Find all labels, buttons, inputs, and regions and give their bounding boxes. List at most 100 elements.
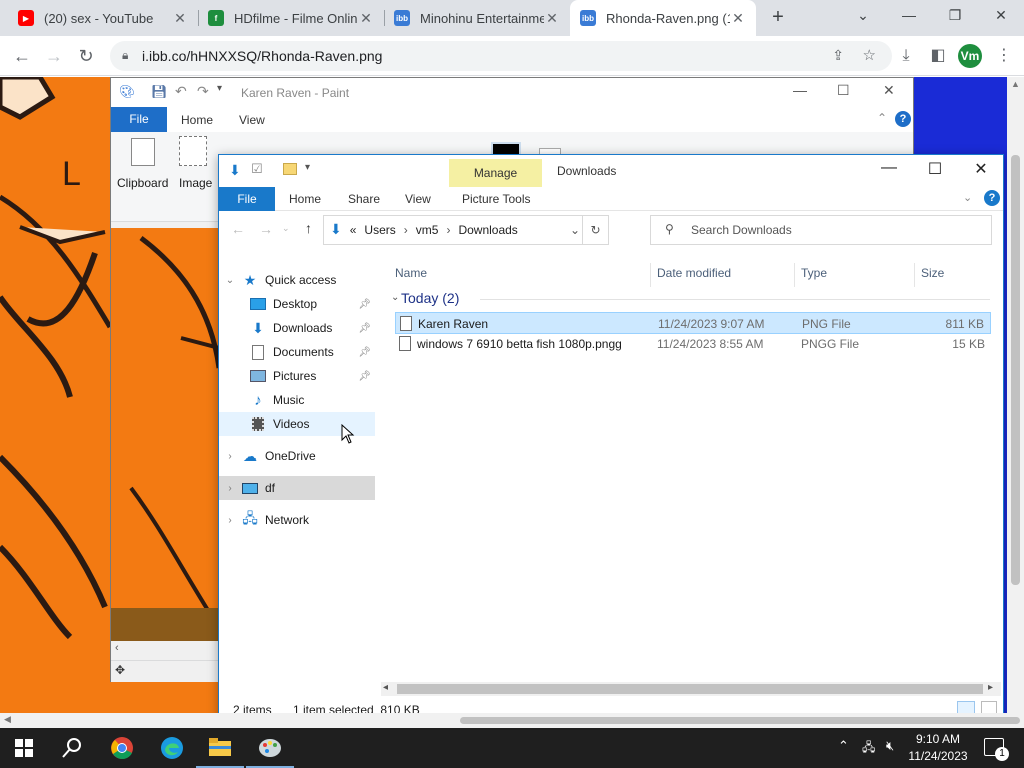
clipboard-icon[interactable]	[131, 138, 155, 166]
edge-taskbar-button[interactable]	[148, 728, 196, 768]
breadcrumb-users[interactable]: Users	[364, 223, 395, 238]
file-row[interactable]: Karen Raven 11/24/2023 9:07 AM PNG File …	[395, 312, 991, 334]
scroll-up-icon[interactable]: ▲	[1011, 79, 1020, 89]
scroll-thumb[interactable]	[460, 717, 1020, 724]
expand-chevron-icon[interactable]: ›	[219, 515, 241, 526]
ribbon-collapse-icon[interactable]: ⌃	[877, 111, 887, 125]
properties-icon[interactable]: ☑	[251, 161, 263, 177]
expand-chevron-icon[interactable]: ›	[219, 451, 241, 462]
chevron-right-icon[interactable]: ›	[446, 223, 450, 238]
image-group-label[interactable]: Image	[179, 176, 212, 190]
redo-icon[interactable]: ↷	[197, 83, 209, 100]
show-hidden-icons-chevron[interactable]: ⌃	[838, 738, 849, 754]
tab-close-icon[interactable]: ✕	[358, 10, 374, 27]
browser-tab-hdfilme[interactable]: f HDfilme - Filme Online ✕	[198, 0, 384, 36]
column-header-name[interactable]: Name	[389, 263, 651, 287]
nav-quick-access[interactable]: ⌄ ★ Quick access	[219, 268, 375, 292]
scroll-thumb[interactable]	[397, 684, 983, 694]
collapse-chevron-icon[interactable]: ⌄	[219, 275, 241, 286]
column-header-size[interactable]: Size	[915, 263, 995, 287]
volume-muted-icon[interactable]: 🔇︎	[886, 738, 894, 754]
address-bar[interactable]: 🔒︎ i.ibb.co/hHNXXSQ/Rhonda-Raven.png ⇪ ☆	[110, 41, 892, 71]
scroll-thumb[interactable]	[1011, 155, 1020, 585]
back-arrow-icon[interactable]: ←	[231, 221, 245, 237]
paint-maximize-icon[interactable]: ☐	[837, 82, 850, 99]
paint-home-tab[interactable]: Home	[181, 113, 213, 127]
manage-tab[interactable]: Manage	[449, 159, 542, 187]
ribbon-expand-icon[interactable]: ⌄	[963, 191, 972, 204]
paint-hscroll[interactable]: ‹	[111, 641, 219, 659]
paint-canvas[interactable]	[111, 228, 219, 641]
quick-access-dropdown-icon[interactable]: ▾	[217, 83, 222, 94]
start-button[interactable]	[0, 728, 48, 768]
page-vscroll[interactable]: ▲ ▼	[1007, 77, 1024, 728]
nav-desktop[interactable]: Desktop 📌︎	[219, 292, 375, 316]
page-hscroll[interactable]: ◀	[0, 713, 1020, 728]
restore-icon[interactable]: ❐	[932, 0, 978, 32]
paint-taskbar-button[interactable]	[246, 728, 294, 768]
search-input[interactable]	[689, 221, 979, 239]
new-tab-button[interactable]: +	[766, 6, 790, 30]
explorer-home-tab[interactable]: Home	[289, 192, 321, 206]
group-header-today[interactable]: ⌄ Today (2)	[391, 288, 991, 310]
tab-close-icon[interactable]: ✕	[544, 10, 560, 27]
network-status-icon[interactable]: 🖧︎	[862, 738, 875, 759]
profile-avatar[interactable]: Vm	[958, 44, 982, 68]
browser-tab-rhonda-raven[interactable]: ibb Rhonda-Raven.png (1 ✕	[570, 0, 756, 36]
bookmark-star-icon[interactable]: ☆	[863, 46, 876, 64]
tab-search-chevron-icon[interactable]: ⌄	[840, 0, 886, 32]
nav-music[interactable]: ♪ Music	[219, 388, 375, 412]
minimize-icon[interactable]: —	[886, 0, 932, 32]
undo-icon[interactable]: ↶	[175, 83, 187, 100]
notification-center-icon[interactable]: 1	[984, 738, 1009, 761]
paint-view-tab[interactable]: View	[239, 113, 265, 127]
nav-downloads[interactable]: ⬇ Downloads 📌︎	[219, 316, 375, 340]
back-arrow-icon[interactable]: ←	[10, 44, 34, 68]
tab-close-icon[interactable]: ✕	[172, 10, 188, 27]
browser-tab-youtube[interactable]: ▶ (20) sex - YouTube ✕	[8, 0, 198, 36]
scroll-left-icon[interactable]: ◀	[4, 714, 11, 725]
breadcrumb-downloads[interactable]: Downloads	[458, 223, 517, 238]
breadcrumb-overflow[interactable]: «	[350, 223, 357, 238]
nav-onedrive[interactable]: › ☁ OneDrive	[219, 444, 375, 468]
paint-file-tab[interactable]: File	[111, 107, 167, 132]
close-icon[interactable]: ✕	[978, 0, 1024, 32]
taskbar-clock[interactable]: 9:10 AM 11/24/2023	[900, 731, 976, 765]
save-icon[interactable]: 💾︎	[151, 84, 168, 100]
quick-access-toolbar-dropdown-icon[interactable]: ▾	[305, 162, 310, 173]
recent-locations-icon[interactable]: ⌄	[282, 223, 290, 234]
clipboard-group-label[interactable]: Clipboard	[117, 176, 168, 190]
file-explorer-taskbar-button[interactable]	[196, 728, 244, 768]
nav-df[interactable]: › df	[219, 476, 375, 500]
file-row[interactable]: windows 7 6910 betta fish 1080p.pngg 11/…	[395, 333, 991, 355]
download-icon[interactable]: ⤓	[894, 44, 918, 68]
explorer-share-tab[interactable]: Share	[348, 192, 380, 206]
paint-close-icon[interactable]: ✕	[883, 82, 895, 99]
collapse-chevron-icon[interactable]: ⌄	[391, 292, 399, 303]
address-dropdown-icon[interactable]: ⌄	[570, 223, 580, 237]
column-header-type[interactable]: Type	[795, 263, 915, 287]
explorer-maximize-icon[interactable]: ☐	[915, 159, 955, 179]
column-header-date[interactable]: Date modified	[651, 263, 795, 287]
tab-close-icon[interactable]: ✕	[730, 10, 746, 27]
explorer-help-icon[interactable]: ?	[984, 190, 1000, 206]
select-image-icon[interactable]	[179, 136, 207, 166]
nav-pictures[interactable]: Pictures 📌︎	[219, 364, 375, 388]
explorer-view-tab[interactable]: View	[405, 192, 431, 206]
explorer-close-icon[interactable]: ✕	[961, 159, 1001, 179]
scroll-left-icon[interactable]: ◂	[383, 682, 388, 693]
browser-tab-minohinu[interactable]: ibb Minohinu Entertainment ✕	[384, 0, 570, 36]
scroll-left-icon[interactable]: ‹	[115, 642, 119, 654]
picture-tools-tab[interactable]: Picture Tools	[462, 192, 530, 206]
explorer-minimize-icon[interactable]: —	[869, 159, 909, 177]
reload-icon[interactable]: ↻	[74, 44, 98, 68]
search-box[interactable]: ⚲	[650, 215, 992, 245]
paint-minimize-icon[interactable]: —	[793, 82, 807, 98]
chevron-right-icon[interactable]: ›	[404, 223, 408, 238]
nav-documents[interactable]: Documents 📌︎	[219, 340, 375, 364]
refresh-icon[interactable]: ↻	[582, 216, 608, 244]
chrome-taskbar-button[interactable]	[98, 728, 146, 768]
scroll-right-icon[interactable]: ▸	[988, 682, 993, 693]
more-menu-icon[interactable]: ⋮	[992, 44, 1016, 68]
forward-arrow-icon[interactable]: →	[259, 221, 273, 237]
